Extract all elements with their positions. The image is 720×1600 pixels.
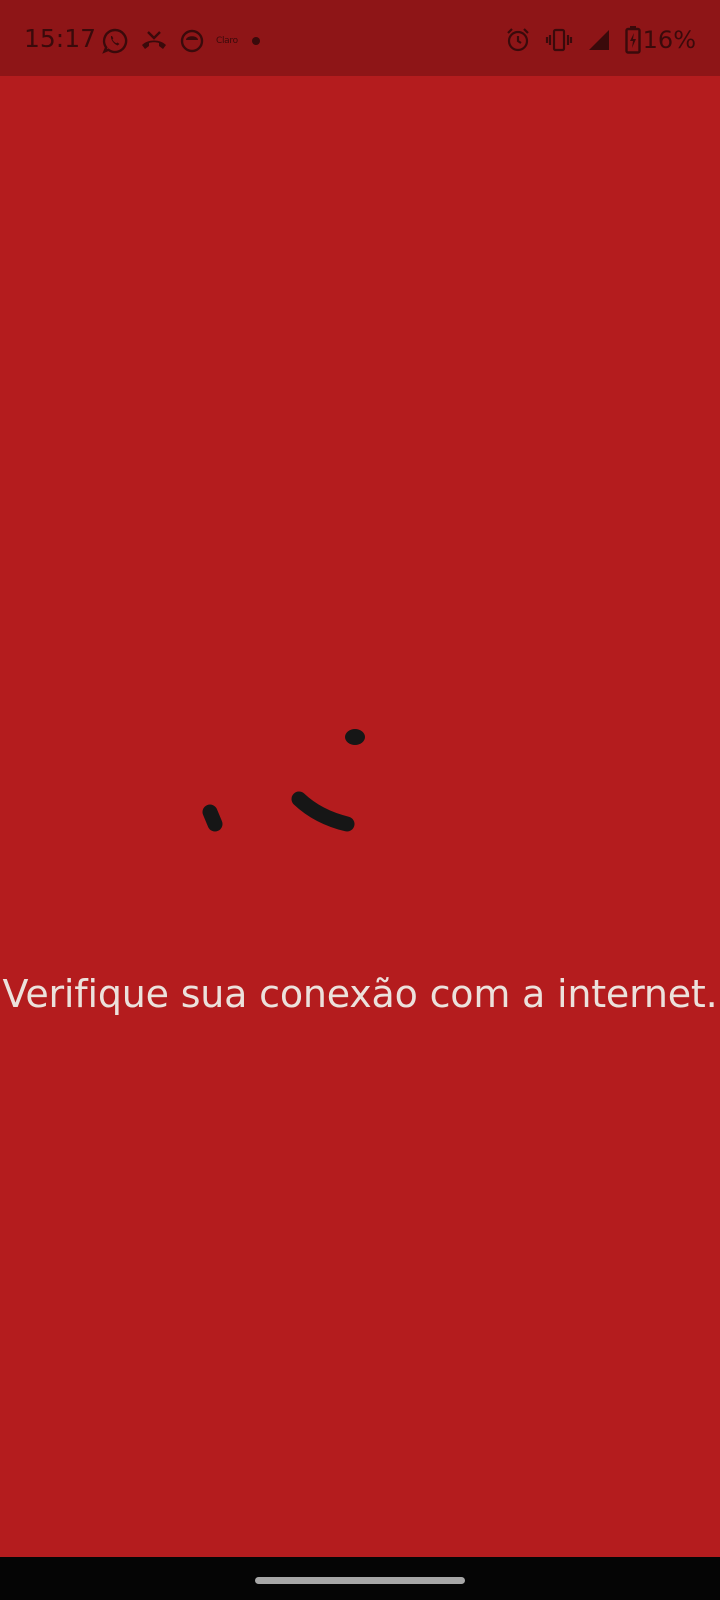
system-icons: 16% — [491, 26, 696, 54]
spinner-segment — [291, 791, 355, 832]
status-time: 15:17 — [24, 24, 97, 53]
spinner-segment — [345, 729, 365, 745]
home-indicator[interactable] — [255, 1577, 465, 1584]
connection-error-message: Verifique sua conexão com a internet. — [2, 972, 718, 1016]
navigation-bar — [0, 1557, 720, 1600]
app-screen: 15:17 Claro 16% Verifique sua conexão co… — [0, 0, 720, 1600]
battery-percent: 16% — [642, 26, 696, 54]
signal-icon — [587, 28, 611, 52]
notification-icons: Claro — [102, 28, 274, 54]
alarm-icon — [505, 27, 531, 53]
missed-call-icon — [140, 29, 168, 53]
vibrate-icon — [545, 27, 573, 53]
status-bar: 15:17 Claro 16% — [0, 0, 720, 76]
whatsapp-icon — [102, 28, 128, 54]
loading-spinner-icon — [202, 729, 365, 832]
dot-icon — [250, 35, 262, 47]
battery-charging-icon — [624, 26, 641, 54]
carrier-label: Claro — [216, 36, 238, 46]
carrier-icon: Claro — [216, 36, 238, 46]
spinner-segment — [202, 804, 223, 832]
app-notification-icon — [180, 29, 204, 53]
